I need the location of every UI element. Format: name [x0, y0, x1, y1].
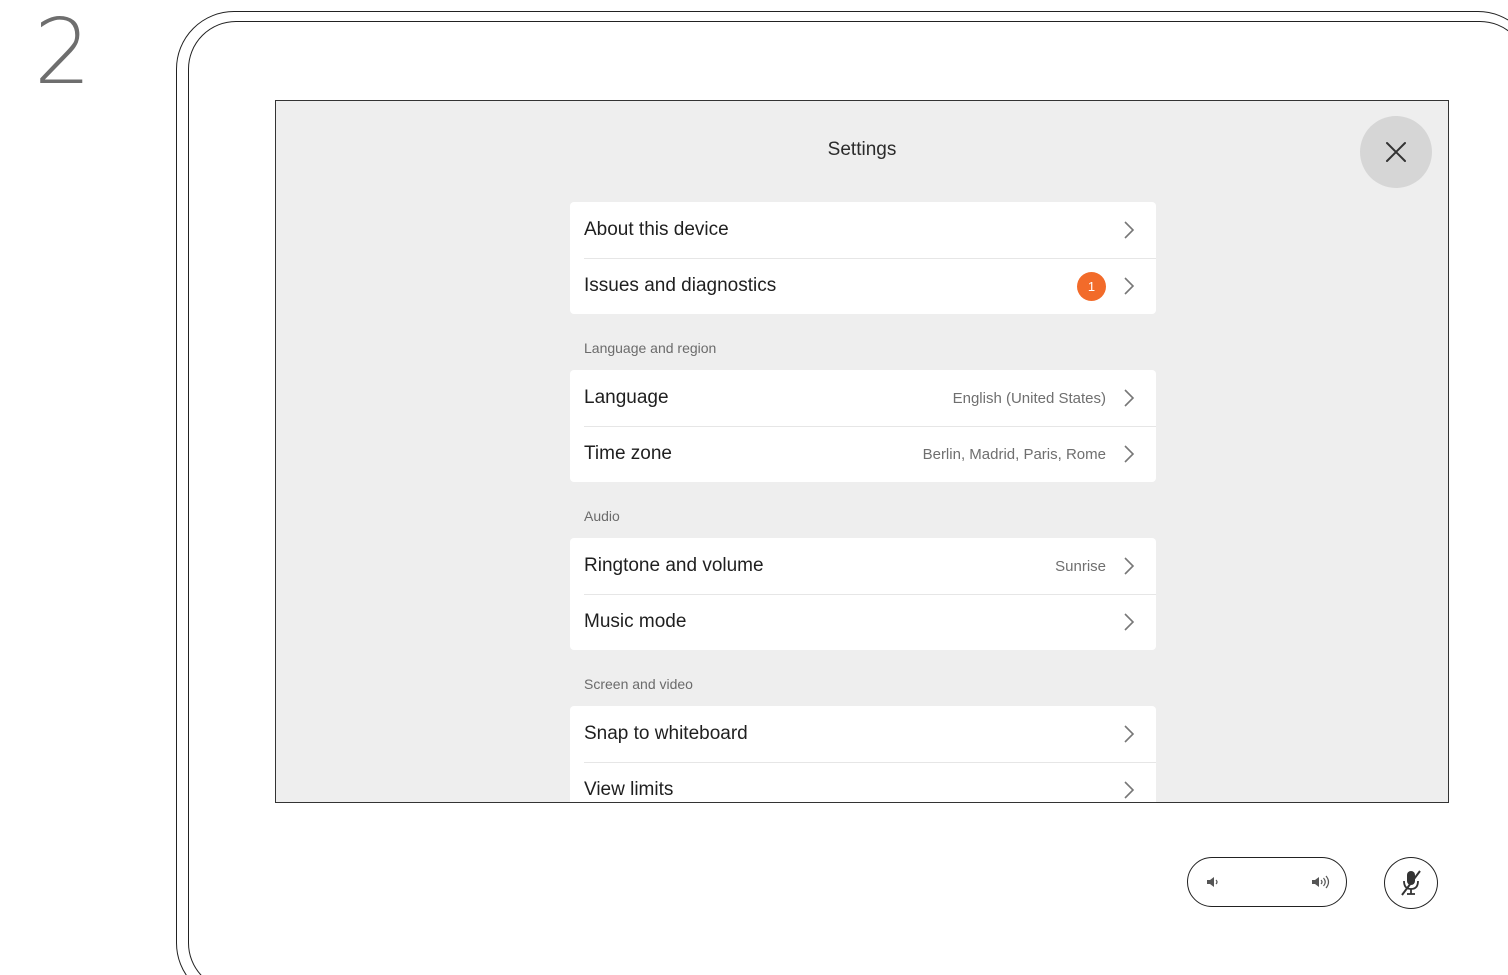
volume-up-icon	[1312, 875, 1330, 889]
settings-group-language-region: Language English (United States) Time zo…	[570, 370, 1156, 482]
chevron-right-icon	[1124, 613, 1135, 631]
settings-list: About this device Issues and diagnostics…	[570, 202, 1156, 802]
row-label: Snap to whiteboard	[584, 723, 748, 744]
chevron-right-icon	[1124, 445, 1135, 463]
row-value: English (United States)	[952, 389, 1106, 407]
chevron-right-icon	[1124, 781, 1135, 799]
row-value: Sunrise	[1055, 557, 1106, 575]
chevron-right-icon	[1124, 557, 1135, 575]
row-label: View limits	[584, 779, 674, 800]
chevron-right-icon	[1124, 725, 1135, 743]
volume-down-icon	[1207, 877, 1218, 887]
settings-row-issues-diagnostics[interactable]: Issues and diagnostics 1	[570, 258, 1156, 314]
page: 2 Settings About this device Issues and …	[0, 0, 1508, 975]
settings-row-ringtone-volume[interactable]: Ringtone and volume Sunrise	[570, 538, 1156, 594]
section-header-audio: Audio	[584, 508, 620, 524]
volume-control	[1187, 857, 1347, 907]
screen-title: Settings	[827, 139, 897, 160]
notification-badge: 1	[1077, 271, 1106, 301]
row-label: Ringtone and volume	[584, 555, 764, 576]
microphone-mute-button[interactable]	[1384, 857, 1438, 909]
section-header-language-region: Language and region	[584, 340, 717, 356]
chevron-right-icon	[1124, 277, 1135, 295]
row-label: Music mode	[584, 611, 687, 632]
close-icon	[1386, 142, 1406, 162]
settings-row-time-zone[interactable]: Time zone Berlin, Madrid, Paris, Rome	[570, 426, 1156, 482]
settings-group-general: About this device Issues and diagnostics…	[570, 202, 1156, 314]
row-label: Time zone	[584, 443, 672, 464]
row-label: About this device	[584, 219, 729, 240]
settings-row-about[interactable]: About this device	[570, 202, 1156, 258]
row-value: Berlin, Madrid, Paris, Rome	[922, 445, 1106, 463]
microphone-muted-icon	[1401, 870, 1421, 896]
row-label: Language	[584, 387, 669, 408]
settings-row-view-limits[interactable]: View limits	[570, 762, 1156, 802]
settings-row-language[interactable]: Language English (United States)	[570, 370, 1156, 426]
settings-group-audio: Ringtone and volume Sunrise Music mode	[570, 538, 1156, 650]
step-number: 2	[34, 0, 92, 105]
row-label: Issues and diagnostics	[584, 275, 777, 296]
settings-row-music-mode[interactable]: Music mode	[570, 594, 1156, 650]
volume-down-button[interactable]	[1202, 871, 1224, 893]
section-header-screen-video: Screen and video	[584, 676, 693, 692]
settings-group-screen-video: Snap to whiteboard View limits	[570, 706, 1156, 802]
settings-row-snap-to-whiteboard[interactable]: Snap to whiteboard	[570, 706, 1156, 762]
chevron-right-icon	[1124, 221, 1135, 239]
settings-screen: Settings About this device Issues and di…	[275, 100, 1449, 803]
close-button[interactable]	[1360, 116, 1432, 188]
chevron-right-icon	[1124, 389, 1135, 407]
volume-up-button[interactable]	[1310, 871, 1332, 893]
